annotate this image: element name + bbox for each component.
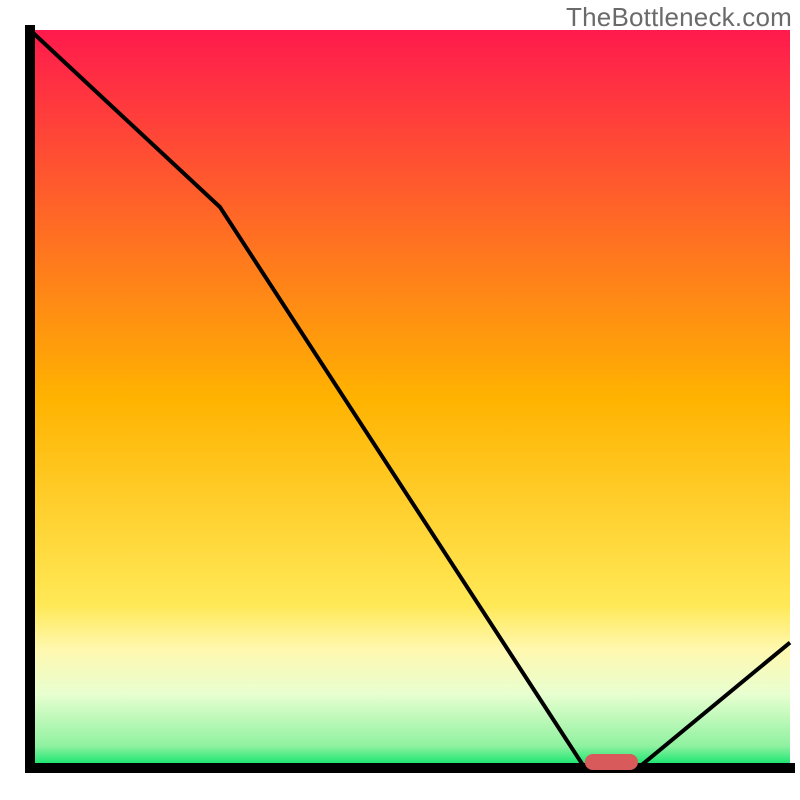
plot-area (30, 30, 790, 770)
optimal-range-marker (585, 754, 638, 770)
gradient-background (30, 30, 790, 768)
bottleneck-chart (0, 0, 800, 800)
chart-container: TheBottleneck.com (0, 0, 800, 800)
watermark-text: TheBottleneck.com (566, 2, 792, 33)
